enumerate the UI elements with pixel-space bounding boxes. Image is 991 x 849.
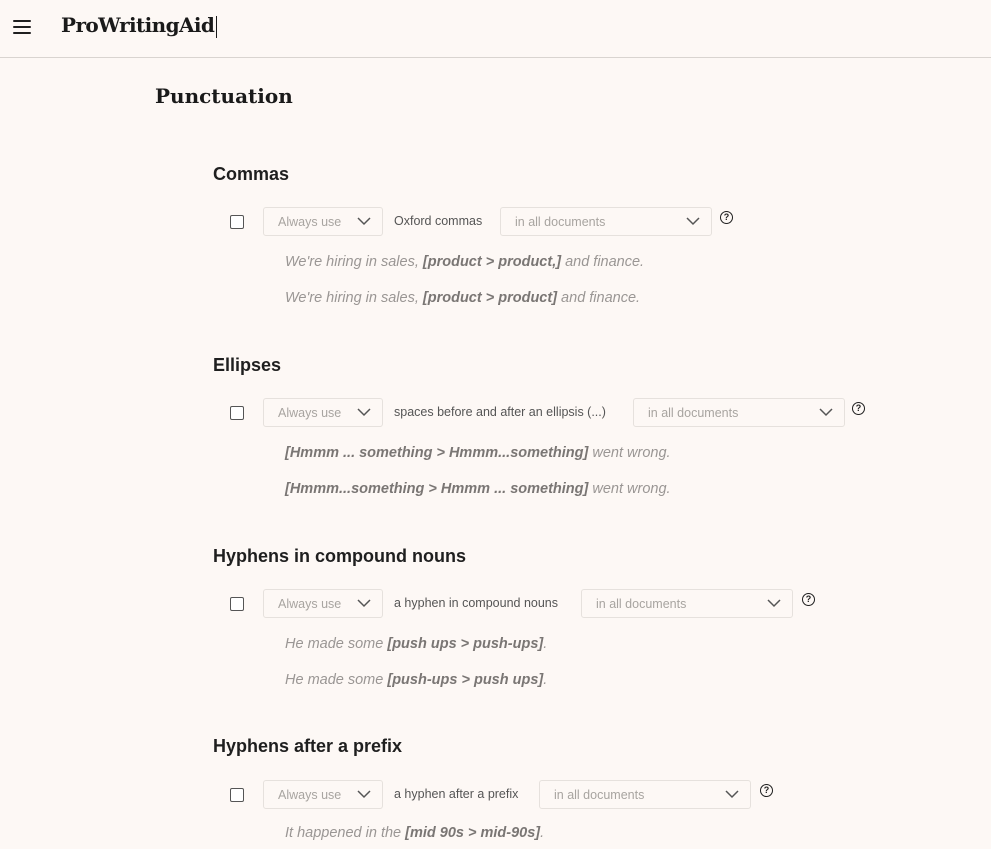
scope-select-value: in all documents — [554, 788, 645, 802]
section-title: Ellipses — [213, 355, 282, 375]
section-title: Hyphens in compound nouns — [213, 546, 466, 566]
mode-select[interactable]: Always use — [263, 398, 383, 427]
scope-select-value: in all documents — [648, 406, 739, 420]
rule-text: spaces before and after an ellipsis (...… — [394, 405, 606, 419]
example-sentence: He made some [push-ups > push ups]. — [285, 672, 548, 688]
chevron-down-icon — [357, 599, 371, 608]
scope-select[interactable]: in all documents — [500, 207, 712, 236]
rule-row: Always use spaces before and after an el… — [0, 398, 991, 428]
chevron-down-icon — [767, 599, 781, 608]
section-title: Commas — [213, 164, 290, 184]
help-icon[interactable]: ? — [760, 784, 773, 797]
mode-select-value: Always use — [278, 788, 342, 802]
mode-select[interactable]: Always use — [263, 207, 383, 236]
example-sentence: He made some [push ups > push-ups]. — [285, 636, 548, 652]
chevron-down-icon — [819, 408, 833, 417]
hamburger-menu-icon[interactable] — [13, 19, 31, 35]
chevron-down-icon — [725, 790, 739, 799]
rule-row: Always use a hyphen in compound nouns in… — [0, 589, 991, 619]
example-sentence: We're hiring in sales, [product > produc… — [285, 290, 641, 306]
chevron-down-icon — [357, 408, 371, 417]
page-title: Punctuation — [155, 84, 293, 108]
rule-text: a hyphen after a prefix — [394, 787, 519, 801]
chevron-down-icon — [357, 790, 371, 799]
rule-row: Always use Oxford commas in all document… — [0, 207, 991, 237]
rule-checkbox[interactable] — [230, 406, 244, 420]
chevron-down-icon — [686, 217, 700, 226]
mode-select-value: Always use — [278, 406, 342, 420]
scope-select[interactable]: in all documents — [539, 780, 751, 809]
mode-select-value: Always use — [278, 597, 342, 611]
scope-select-value: in all documents — [515, 215, 606, 229]
logo[interactable]: ProWritingAid — [61, 13, 215, 37]
rule-checkbox[interactable] — [230, 215, 244, 229]
example-sentence: We're hiring in sales, [product > produc… — [285, 254, 645, 270]
mode-select[interactable]: Always use — [263, 780, 383, 809]
help-icon[interactable]: ? — [852, 402, 865, 415]
scope-select[interactable]: in all documents — [581, 589, 793, 618]
rule-checkbox[interactable] — [230, 788, 244, 802]
example-sentence: [Hmmm...something > Hmmm ... something] … — [285, 481, 671, 497]
scope-select-value: in all documents — [596, 597, 687, 611]
example-sentence: It happened in the [mid 90s > mid-90s]. — [285, 825, 545, 841]
mode-select-value: Always use — [278, 215, 342, 229]
rule-text: a hyphen in compound nouns — [394, 596, 559, 610]
chevron-down-icon — [357, 217, 371, 226]
example-sentence: [Hmmm ... something > Hmmm...something] … — [285, 445, 671, 461]
rule-row: Always use a hyphen after a prefix in al… — [0, 780, 991, 810]
help-icon[interactable]: ? — [720, 211, 733, 224]
help-icon[interactable]: ? — [802, 593, 815, 606]
rule-checkbox[interactable] — [230, 597, 244, 611]
top-bar: ProWritingAid — [0, 0, 991, 58]
rule-text: Oxford commas — [394, 214, 483, 228]
divider — [216, 16, 217, 38]
mode-select[interactable]: Always use — [263, 589, 383, 618]
scope-select[interactable]: in all documents — [633, 398, 845, 427]
section-title: Hyphens after a prefix — [213, 736, 403, 756]
